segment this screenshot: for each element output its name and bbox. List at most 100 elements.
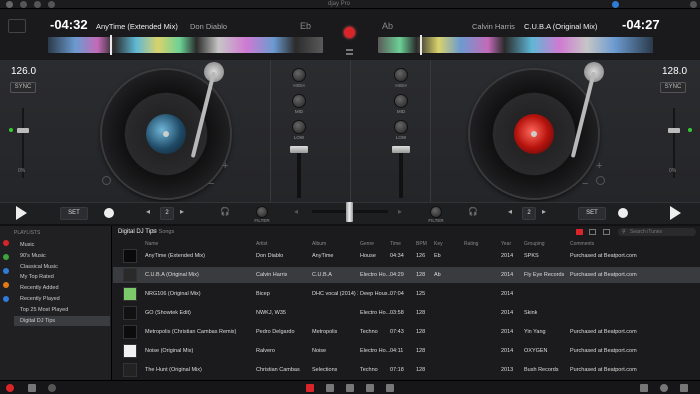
deck-left-headphones-icon[interactable]: 🎧	[220, 207, 230, 216]
playlist-item[interactable]: Music	[14, 240, 110, 250]
column-header[interactable]: Year	[501, 241, 511, 247]
right-fader-cap[interactable]	[392, 146, 410, 153]
itunes-source-icon[interactable]	[3, 240, 9, 246]
right-low-knob[interactable]	[394, 120, 408, 134]
playlist-item[interactable]: Classical Music	[14, 262, 110, 272]
library-tab-icon[interactable]	[306, 384, 314, 392]
deck-right-minus-icon[interactable]: −	[582, 178, 588, 190]
column-header[interactable]: Comments	[570, 241, 594, 247]
playlist-item[interactable]: 90's Music	[14, 251, 110, 261]
left-filter-knob[interactable]	[256, 206, 268, 218]
deck-left-waveform[interactable]	[48, 37, 323, 53]
column-header[interactable]: Album	[312, 241, 326, 247]
deck-right-key[interactable]: Ab	[382, 21, 393, 31]
deck-right-sync-button[interactable]: SYNC	[660, 82, 686, 93]
automix-icon[interactable]	[346, 384, 354, 392]
deck-left-sync-button[interactable]: SYNC	[10, 82, 36, 93]
right-filter-knob[interactable]	[430, 206, 442, 218]
detail-view-icon[interactable]	[603, 229, 610, 235]
crossfader-handle[interactable]	[346, 202, 353, 222]
column-header[interactable]: BPM	[416, 241, 427, 247]
column-header[interactable]: Time	[390, 241, 401, 247]
deck-right-playhead	[420, 35, 422, 55]
status-icon[interactable]	[612, 1, 619, 8]
deck-right-loop-size[interactable]: 2	[522, 207, 536, 220]
deck-left-set-button[interactable]: SET	[60, 207, 88, 220]
right-mid-knob[interactable]	[394, 94, 408, 108]
list-view-icon[interactable]	[576, 229, 583, 235]
soundcloud-source-icon[interactable]	[3, 282, 9, 288]
left-low-knob[interactable]	[292, 120, 306, 134]
deck-right-loop-prev-icon[interactable]: ◂	[508, 207, 512, 216]
deck-right-play-button[interactable]	[670, 206, 681, 220]
table-row[interactable]: Noise (Original Mix) Ralvero Noise Electro …	[113, 343, 700, 359]
folder-source-icon[interactable]	[3, 268, 9, 274]
left-fader-cap[interactable]	[290, 146, 308, 153]
table-row[interactable]: GO (Showtek Edit) NWKJ, W35 Electro Ho... 0…	[113, 305, 700, 321]
playlist-item[interactable]: My Top Rated	[14, 272, 110, 282]
playlist-item[interactable]: Recently Played	[14, 294, 110, 304]
deck-right-set-button[interactable]: SET	[578, 207, 606, 220]
sampler-icon[interactable]	[366, 384, 374, 392]
column-header[interactable]: Genre	[360, 241, 374, 247]
play-icon[interactable]	[34, 1, 41, 8]
search-input[interactable]: Search iTunes	[618, 228, 696, 236]
record-button[interactable]	[344, 27, 355, 38]
library-toggle-icon[interactable]	[8, 19, 26, 33]
deck-left-pitch-handle[interactable]	[17, 128, 29, 133]
column-header[interactable]: Rating	[464, 241, 478, 247]
column-header[interactable]: Artist	[256, 241, 267, 247]
music-note-icon[interactable]	[326, 384, 334, 392]
deck-right-loop-next-icon[interactable]: ▸	[542, 207, 546, 216]
grid-view-icon[interactable]	[589, 229, 596, 235]
left-channel-fader[interactable]	[297, 146, 301, 198]
playlist-item[interactable]: Recently Added	[14, 283, 110, 293]
left-high-knob[interactable]	[292, 68, 306, 82]
deck-right-power-icon[interactable]	[596, 176, 605, 185]
crossfader-left-icon[interactable]: ◂	[294, 207, 298, 216]
column-header[interactable]: Name	[145, 241, 158, 247]
table-row[interactable]: C.U.B.A (Original Mix) Calvin Harris C.U.B…	[113, 267, 700, 283]
sync-icon[interactable]	[660, 384, 668, 392]
deck-right-cue-button[interactable]	[618, 208, 628, 218]
table-row[interactable]: AnyTime (Extended Mix) Don Diablo AnyTime H…	[113, 248, 700, 264]
deck-right-bpm[interactable]: 128.0	[662, 66, 687, 77]
table-row[interactable]: Metropolis (Christian Cambas Remix) Pedro…	[113, 324, 700, 340]
edit-icon[interactable]	[640, 384, 648, 392]
deck-left-loop-next-icon[interactable]: ▸	[180, 207, 184, 216]
table-row[interactable]: NRG106 (Original Mix) Bicep DHC vocal (201…	[113, 286, 700, 302]
right-high-knob[interactable]	[394, 68, 408, 82]
settings-icon[interactable]	[48, 384, 56, 392]
next-icon[interactable]	[48, 1, 55, 8]
deck-left-key[interactable]: Eb	[300, 21, 311, 31]
menu-icon[interactable]	[690, 1, 697, 8]
deck-left-play-button[interactable]	[16, 206, 27, 220]
deck-right-headphones-icon[interactable]: 🎧	[468, 207, 478, 216]
deck-left-minus-icon[interactable]: −	[208, 178, 214, 190]
deck-right-pitch-handle[interactable]	[668, 128, 680, 133]
prev-icon[interactable]	[20, 1, 27, 8]
column-header[interactable]: Key	[434, 241, 443, 247]
layout-icon[interactable]	[346, 49, 353, 55]
fullscreen-icon[interactable]	[680, 384, 688, 392]
deck-left-loop-size[interactable]: 2	[160, 207, 174, 220]
column-header[interactable]: Grouping	[524, 241, 545, 247]
table-row[interactable]: The Hunt (Original Mix) Christian Cambas S…	[113, 362, 700, 378]
split-view-icon[interactable]	[386, 384, 394, 392]
crossfader-right-icon[interactable]: ▸	[398, 207, 402, 216]
playlist-item[interactable]: Digital DJ Tips	[14, 315, 110, 326]
online-source-icon[interactable]	[3, 296, 9, 302]
left-mid-knob[interactable]	[292, 94, 306, 108]
itunes-icon[interactable]	[6, 384, 14, 392]
right-channel-fader[interactable]	[399, 146, 403, 198]
deck-left-power-icon[interactable]	[102, 176, 111, 185]
add-to-queue-icon[interactable]	[28, 384, 36, 392]
playlist-item[interactable]: Top 25 Most Played	[14, 305, 110, 315]
deck-left-loop-prev-icon[interactable]: ◂	[146, 207, 150, 216]
deck-left-cue-button[interactable]	[104, 208, 114, 218]
spotify-source-icon[interactable]	[3, 254, 9, 260]
deck-right-add-icon[interactable]: +	[596, 160, 602, 172]
deck-left-add-icon[interactable]: +	[222, 160, 228, 172]
deck-left-bpm[interactable]: 126.0	[11, 66, 36, 77]
app-icon[interactable]	[6, 1, 13, 8]
